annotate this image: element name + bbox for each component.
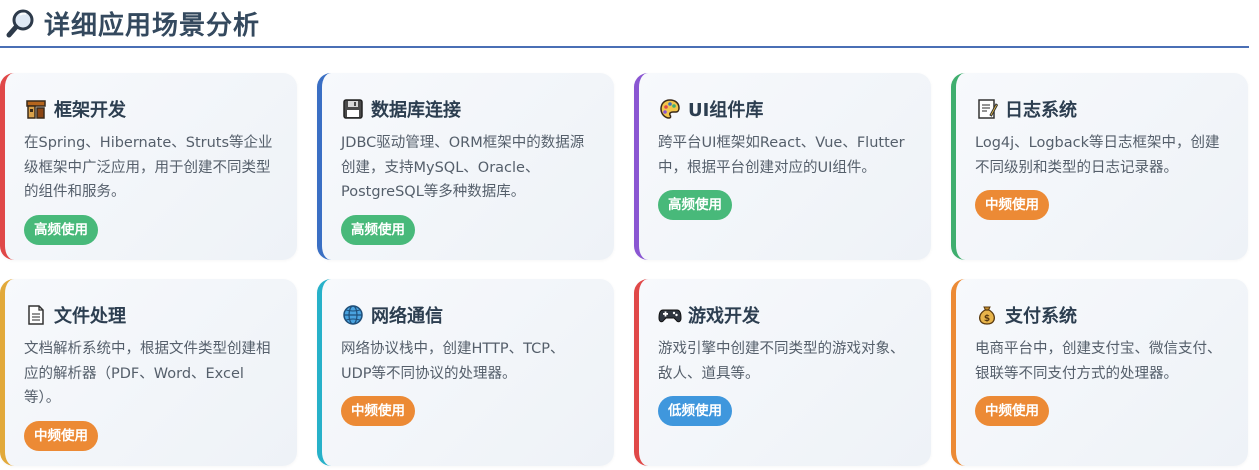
card-title: 支付系统 [1005,306,1077,327]
card-title: 游戏开发 [688,306,760,327]
palette-icon [658,97,682,121]
card-description: 跨平台UI框架如React、Vue、Flutter中，根据平台创建对应的UI组件… [658,135,905,176]
card-title: 网络通信 [371,306,443,327]
card-title-row: 数据库连接 [341,95,596,123]
card-description: 游戏引擎中创建不同类型的游戏对象、敌人、道具等。 [658,341,905,382]
card-description: 网络协议栈中，创建HTTP、TCP、UDP等不同协议的处理器。 [341,341,565,382]
card-title-row: 文件处理 [24,301,279,329]
card-title: 日志系统 [1005,100,1077,121]
frequency-badge: 中频使用 [975,396,1049,426]
scenario-card-framework[interactable]: 框架开发 在Spring、Hibernate、Struts等企业级框架中广泛应用… [0,73,297,260]
scenario-card-networking[interactable]: 网络通信 网络协议栈中，创建HTTP、TCP、UDP等不同协议的处理器。 中频使… [317,279,614,466]
globe-icon [341,303,365,327]
card-description: 电商平台中，创建支付宝、微信支付、银联等不同支付方式的处理器。 [975,341,1222,382]
card-title-row: 日志系统 [975,95,1230,123]
card-title-row: 游戏开发 [658,301,913,329]
frequency-badge: 高频使用 [658,190,732,220]
scenario-grid: 框架开发 在Spring、Hibernate、Struts等企业级框架中广泛应用… [0,73,1259,466]
frequency-badge: 高频使用 [24,214,98,245]
card-title-row: $ 支付系统 [975,301,1230,329]
scenario-card-payment[interactable]: $ 支付系统 电商平台中，创建支付宝、微信支付、银联等不同支付方式的处理器。 中… [951,279,1248,466]
frequency-badge: 中频使用 [341,396,415,426]
card-title: 框架开发 [54,100,126,121]
document-icon [24,303,48,327]
scenario-card-database[interactable]: 数据库连接 JDBC驱动管理、ORM框架中的数据源创建，支持MySQL、Orac… [317,73,614,260]
scenario-card-game-dev[interactable]: 游戏开发 游戏引擎中创建不同类型的游戏对象、敌人、道具等。 低频使用 [634,279,931,466]
scenario-card-ui-components[interactable]: UI组件库 跨平台UI框架如React、Vue、Flutter中，根据平台创建对… [634,73,931,260]
card-title: UI组件库 [688,100,764,121]
card-description: JDBC驱动管理、ORM框架中的数据源创建，支持MySQL、Oracle、Pos… [341,135,585,200]
card-description: 文档解析系统中，根据文件类型创建相应的解析器（PDF、Word、Excel等）。 [24,341,271,406]
frequency-badge: 低频使用 [658,396,732,426]
frequency-badge: 高频使用 [341,214,415,245]
card-title-row: 网络通信 [341,301,596,329]
gamepad-icon [658,303,682,327]
magnifier-icon [4,6,38,40]
card-title: 数据库连接 [371,100,461,121]
frequency-badge: 中频使用 [24,420,98,451]
svg-text:$: $ [984,314,990,324]
frequency-badge: 中频使用 [975,190,1049,220]
scenario-card-file-processing[interactable]: 文件处理 文档解析系统中，根据文件类型创建相应的解析器（PDF、Word、Exc… [0,279,297,466]
memo-icon [975,97,999,121]
card-description: 在Spring、Hibernate、Struts等企业级框架中广泛应用，用于创建… [24,135,273,200]
card-title-row: 框架开发 [24,95,279,123]
building-blocks-icon [24,97,48,121]
floppy-disk-icon [341,97,365,121]
money-bag-icon: $ [975,303,999,327]
card-description: Log4j、Logback等日志框架中，创建不同级别和类型的日志记录器。 [975,135,1220,176]
page-title: 详细应用场景分析 [44,10,261,41]
section-header: 详细应用场景分析 [0,0,1249,48]
card-title: 文件处理 [54,306,126,327]
card-title-row: UI组件库 [658,95,913,123]
scenario-card-logging[interactable]: 日志系统 Log4j、Logback等日志框架中，创建不同级别和类型的日志记录器… [951,73,1248,260]
